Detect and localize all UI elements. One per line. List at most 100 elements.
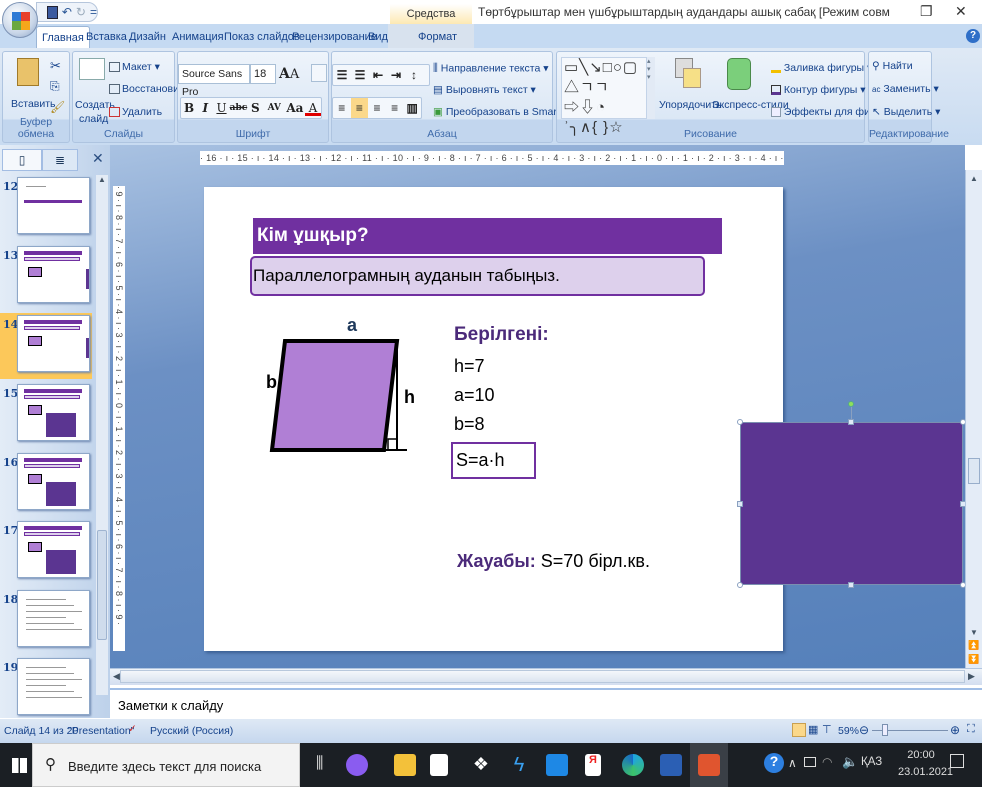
font-color-button[interactable]: A	[304, 98, 322, 116]
bold-button[interactable]: B	[181, 98, 197, 118]
slide-sorter-button[interactable]: ▦	[808, 723, 818, 736]
grow-font-button[interactable]: AA	[279, 66, 299, 82]
justify-icon[interactable]: ≡	[386, 98, 404, 118]
font-name-select[interactable]: Source Sans Pro	[178, 64, 250, 98]
slide-thumbnail[interactable]	[17, 246, 90, 303]
italic-button[interactable]: I	[197, 98, 213, 118]
scroll-right-arrow[interactable]: ▶	[968, 671, 975, 682]
task-textbox[interactable]: Параллелограмның ауданын табыңыз.	[250, 256, 705, 296]
scroll-thumb[interactable]	[968, 458, 980, 484]
close-pane-icon[interactable]: ✕	[92, 150, 104, 167]
cut-icon[interactable]: ✂	[50, 58, 61, 74]
clear-formatting-icon[interactable]	[311, 64, 327, 82]
formula-box[interactable]: S=a·h	[451, 442, 536, 479]
zoom-slider-thumb[interactable]	[882, 724, 888, 736]
scroll-left-arrow[interactable]: ◀	[113, 671, 120, 682]
slide-thumbnail[interactable]	[17, 177, 90, 234]
gallery-scroll[interactable]: ▴ ▾ ▾	[647, 57, 655, 119]
scroll-up-arrow[interactable]: ▲	[966, 174, 982, 183]
tab-view[interactable]: Вид	[363, 26, 393, 48]
slideshow-button[interactable]: ⊤	[822, 723, 832, 736]
next-slide-button[interactable]: ⏬	[966, 654, 982, 665]
dropbox-icon[interactable]: ❖	[470, 754, 492, 776]
outline-tab[interactable]: ≣	[42, 149, 78, 171]
help-tray-icon[interactable]: ?	[764, 753, 784, 773]
char-spacing-button[interactable]: AV	[263, 98, 285, 118]
notifications-icon[interactable]	[950, 754, 964, 768]
tab-format[interactable]: Формат	[413, 26, 462, 48]
scroll-thumb[interactable]	[120, 670, 965, 683]
cover-rectangle-shape[interactable]	[740, 422, 963, 585]
numbering-icon[interactable]: ☰	[351, 65, 369, 85]
undo-icon[interactable]: ↶	[62, 5, 72, 19]
answer-text[interactable]: Жауабы: S=70 бірл.кв.	[457, 551, 650, 572]
zoom-in-button[interactable]: ⊕	[950, 723, 960, 737]
copy-icon[interactable]: ⎘	[50, 79, 60, 94]
layout-button[interactable]: Макет ▾	[109, 61, 160, 73]
resize-handle-nw[interactable]	[737, 419, 743, 425]
decrease-indent-icon[interactable]: ⇤	[369, 65, 387, 85]
volume-icon[interactable]: 🔈	[842, 754, 858, 770]
align-right-icon[interactable]: ≡	[368, 98, 386, 118]
vertical-scrollbar[interactable]: ▲ ▼ ⏫ ⏬	[965, 170, 982, 668]
align-text-button[interactable]: ▤ Выровнять текст ▾	[433, 84, 536, 96]
clock-time[interactable]: 20:00	[904, 749, 938, 761]
app-lightning-icon[interactable]: ϟ	[508, 754, 530, 776]
slide-title[interactable]: Кім ұшқыр?	[253, 218, 722, 254]
slide-thumbnail[interactable]	[17, 521, 90, 578]
horizontal-scrollbar[interactable]: ◀ ▶	[110, 668, 982, 685]
replace-button[interactable]: ac Заменить ▾	[872, 83, 939, 95]
powerpoint-icon[interactable]	[698, 754, 720, 776]
tab-design[interactable]: Дизайн	[124, 26, 171, 48]
resize-handle-s[interactable]	[848, 582, 854, 588]
word-icon[interactable]	[660, 754, 682, 776]
edge-icon[interactable]	[622, 754, 644, 776]
spellcheck-icon[interactable]: ✓	[128, 723, 137, 735]
slide-thumbnail[interactable]	[17, 590, 90, 647]
paste-icon[interactable]	[17, 58, 39, 86]
close-button[interactable]: ✕	[955, 3, 967, 20]
scroll-up-arrow[interactable]: ▲	[96, 175, 108, 184]
previous-slide-button[interactable]: ⏫	[966, 640, 982, 651]
underline-button[interactable]: U	[213, 98, 229, 118]
zoom-level[interactable]: 59%	[838, 725, 859, 737]
thumbnail-scrollbar[interactable]: ▲	[96, 175, 108, 695]
task-view-icon[interactable]: ⫼	[316, 755, 323, 773]
align-center-icon[interactable]: ≡	[350, 98, 369, 118]
slide-thumbnail[interactable]	[17, 315, 90, 372]
wifi-icon[interactable]: ◠	[822, 755, 832, 769]
scroll-thumb[interactable]	[97, 530, 107, 640]
paste-button[interactable]: Вставить	[11, 98, 56, 110]
text-direction-button[interactable]: ⫼ Направление текста ▾	[433, 62, 549, 75]
slide-canvas[interactable]: Кім ұшқыр? Параллелограмның ауданын табы…	[204, 187, 783, 651]
shapes-gallery[interactable]: ▭╲↘□○▢ △ㄱㄱ⇨⇩◔ ʾ╮∧{ }☆	[561, 57, 647, 136]
shadow-button[interactable]: S	[247, 98, 263, 118]
notes-pane[interactable]: Заметки к слайду	[110, 688, 982, 717]
battery-icon[interactable]	[804, 757, 816, 767]
input-language[interactable]: ҚАЗ	[861, 756, 882, 768]
format-painter-icon[interactable]: 🖌	[50, 100, 65, 114]
slides-tab[interactable]: ▯	[2, 149, 42, 171]
resize-handle-w[interactable]	[737, 501, 743, 507]
resize-handle-n[interactable]	[848, 419, 854, 425]
language-indicator[interactable]: Русский (Россия)	[150, 725, 233, 737]
normal-view-button[interactable]	[792, 723, 806, 737]
rotation-handle[interactable]	[848, 401, 854, 407]
windows-start-icon[interactable]	[12, 758, 27, 773]
font-size-select[interactable]: 18	[250, 64, 276, 84]
tray-chevron-icon[interactable]: ∧	[788, 756, 797, 770]
store-icon[interactable]	[430, 754, 448, 776]
new-slide-button-line2[interactable]: слайд	[79, 113, 108, 125]
fit-to-window-button[interactable]: ⛶	[967, 723, 975, 736]
new-slide-icon[interactable]	[79, 58, 105, 80]
mail-icon[interactable]	[546, 754, 568, 776]
bullets-icon[interactable]: ☰	[333, 65, 351, 85]
clock-date[interactable]: 23.01.2021	[898, 766, 953, 778]
file-explorer-icon[interactable]	[394, 754, 416, 776]
yandex-browser-icon[interactable]: Я	[585, 754, 601, 776]
increase-indent-icon[interactable]: ⇥	[387, 65, 405, 85]
scroll-down-arrow[interactable]: ▼	[966, 628, 982, 637]
slide-thumbnail[interactable]	[17, 453, 90, 510]
delete-slide-button[interactable]: Удалить	[109, 106, 162, 118]
taskbar-search[interactable]: ⚲ Введите здесь текст для поиска	[32, 743, 300, 787]
